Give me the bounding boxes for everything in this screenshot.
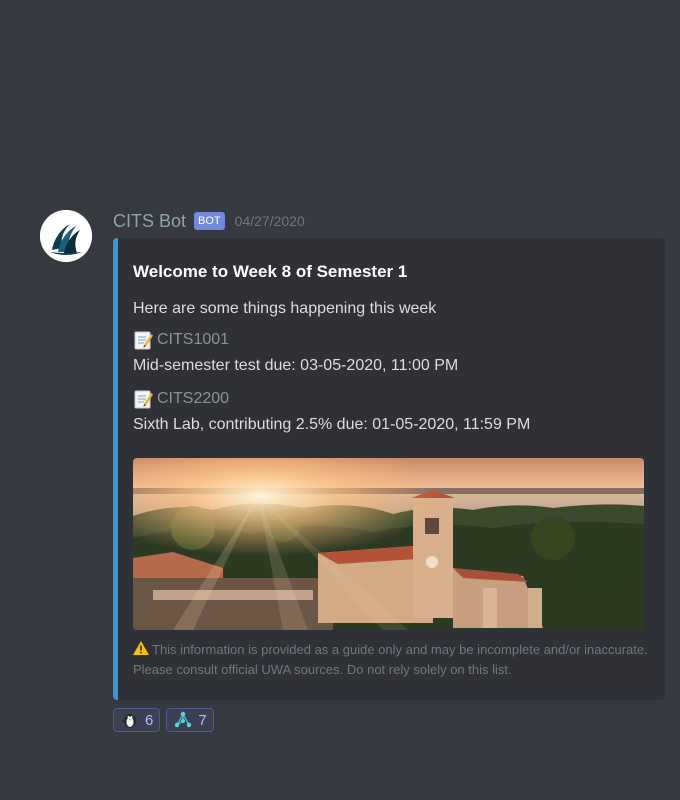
embed: Welcome to Week 8 of Semester 1 Here are…	[113, 238, 665, 700]
memo-icon	[134, 390, 153, 409]
item-detail: Mid-semester test due: 03-05-2020, 11:00…	[133, 357, 459, 374]
bot-tag: BOT	[194, 212, 225, 230]
reaction-penguin[interactable]: 6	[113, 708, 161, 732]
penguin-emoji-icon	[122, 714, 136, 728]
swan-logo-icon	[40, 210, 92, 262]
course-code: CITS1001	[157, 331, 230, 348]
embed-item: CITS1001 Mid-semester test due: 03-05-20…	[133, 330, 458, 375]
footer-text: This information is provided as a guide …	[133, 642, 648, 677]
message-header: CITS Bot BOT 04/27/2020	[113, 210, 305, 232]
embed-description: Here are some things happening this week	[133, 300, 437, 317]
network-emoji-icon	[175, 711, 192, 728]
embed-image[interactable]	[133, 458, 644, 630]
timestamp: 04/27/2020	[234, 213, 305, 229]
username[interactable]: CITS Bot	[113, 211, 186, 232]
embed-item: CITS2200 Sixth Lab, contributing 2.5% du…	[133, 389, 530, 434]
reaction-network[interactable]: 7	[166, 708, 214, 732]
campus-sunset-image	[133, 458, 644, 630]
reactions: 6 7	[113, 708, 214, 732]
item-detail: Sixth Lab, contributing 2.5% due: 01-05-…	[133, 416, 531, 433]
embed-title: Welcome to Week 8 of Semester 1	[133, 262, 408, 281]
warning-icon	[133, 641, 149, 655]
embed-footer: This information is provided as a guide …	[133, 640, 653, 680]
reaction-count: 7	[198, 711, 207, 729]
course-code: CITS2200	[157, 390, 230, 407]
memo-icon	[134, 331, 153, 350]
reaction-count: 6	[145, 711, 154, 729]
avatar[interactable]	[40, 210, 92, 262]
